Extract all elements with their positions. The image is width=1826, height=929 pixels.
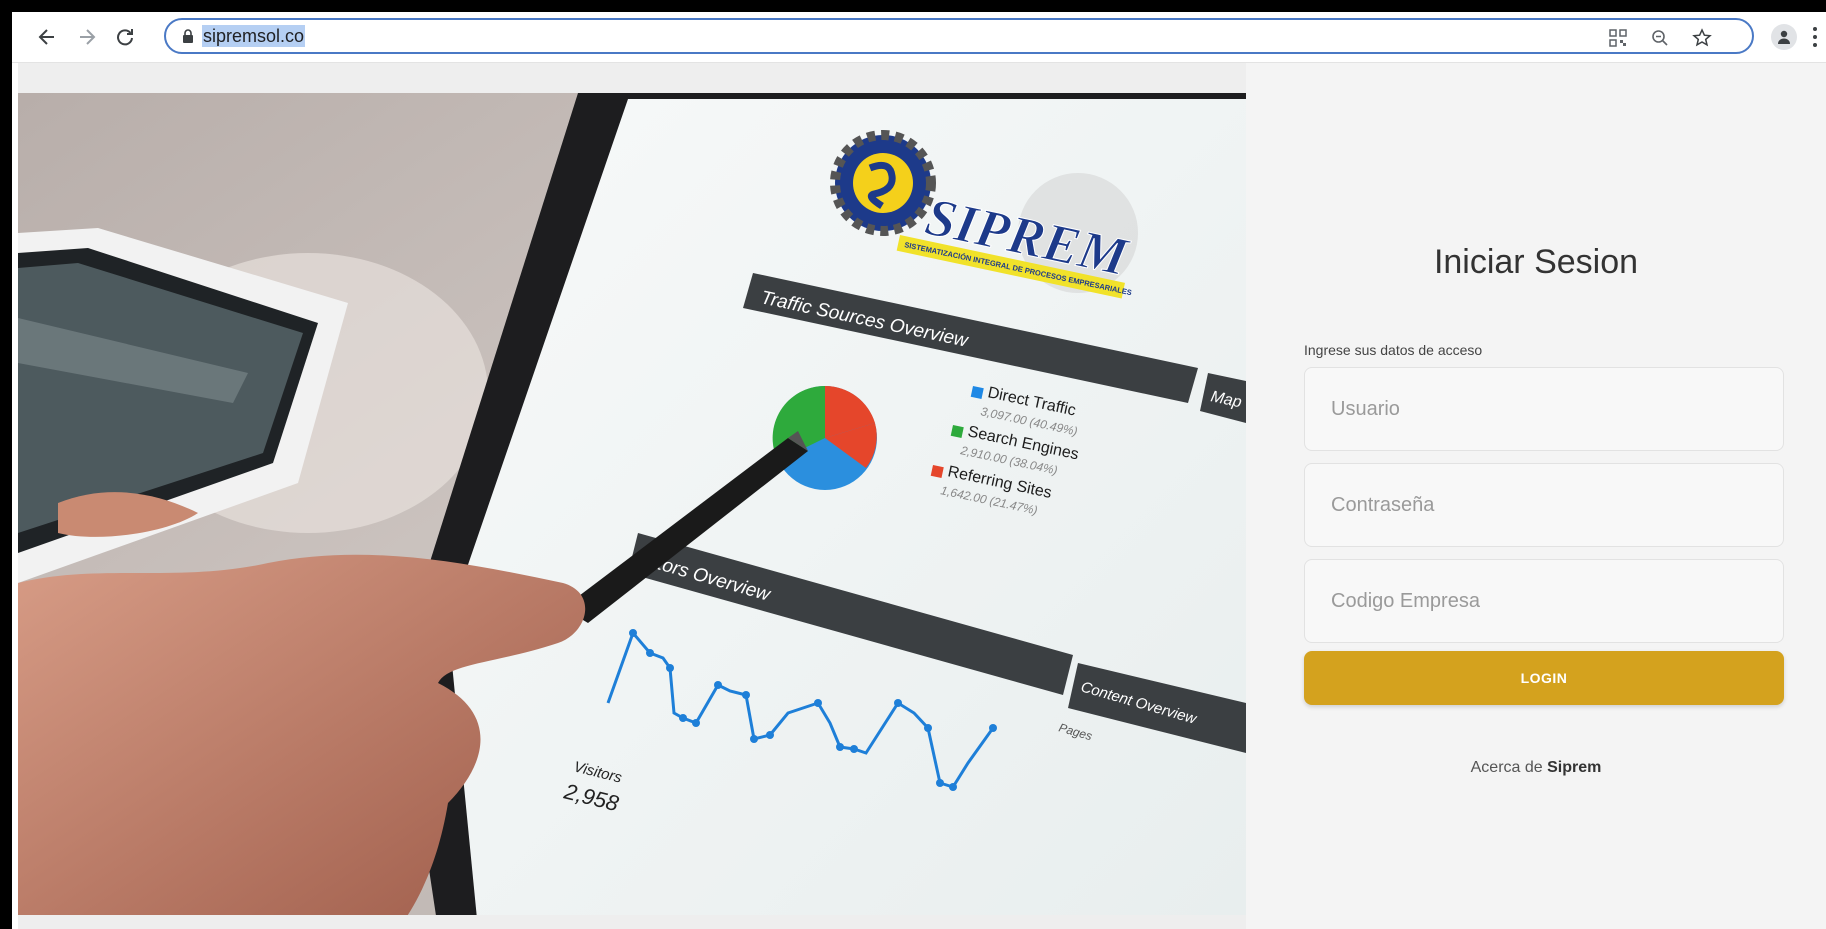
login-panel: Iniciar Sesion Ingrese sus datos de acce… xyxy=(1246,63,1826,929)
password-field[interactable] xyxy=(1304,463,1784,547)
legend-swatch-direct xyxy=(970,385,984,400)
bottom-strip xyxy=(18,915,1246,929)
login-title: Iniciar Sesion xyxy=(1433,243,1639,281)
qr-code-icon[interactable] xyxy=(1606,26,1630,50)
about-link[interactable]: Acerca de Siprem xyxy=(1246,759,1826,777)
legend-swatch-referring xyxy=(930,465,944,479)
password-input[interactable] xyxy=(1305,464,1783,546)
login-button[interactable]: LOGIN xyxy=(1304,651,1784,705)
browser-window: sipremsol.co SIPREM SISTEMATIZACIÓN INTE… xyxy=(12,12,1826,929)
url-text[interactable]: sipremsol.co xyxy=(202,25,306,47)
about-prefix: Acerca de xyxy=(1470,759,1548,776)
back-arrow-icon[interactable] xyxy=(33,23,61,51)
hero-image: SIPREM SISTEMATIZACIÓN INTEGRAL DE PROCE… xyxy=(18,63,1246,929)
profile-icon[interactable] xyxy=(1771,24,1797,50)
login-hint: Ingrese sus datos de acceso xyxy=(1304,342,1483,358)
company-code-field[interactable] xyxy=(1304,559,1784,643)
page-content: SIPREM SISTEMATIZACIÓN INTEGRAL DE PROCE… xyxy=(18,63,1826,929)
reload-icon[interactable] xyxy=(111,23,139,51)
legend-swatch-search xyxy=(950,424,964,439)
lock-icon[interactable] xyxy=(182,29,194,48)
browser-toolbar: sipremsol.co xyxy=(12,12,1826,63)
zoom-icon[interactable] xyxy=(1648,26,1672,50)
menu-dots-icon[interactable] xyxy=(1812,26,1822,48)
username-input[interactable] xyxy=(1305,368,1783,450)
username-field[interactable] xyxy=(1304,367,1784,451)
bookmark-star-icon[interactable] xyxy=(1690,26,1714,50)
address-bar[interactable]: sipremsol.co xyxy=(164,18,1754,54)
about-brand[interactable]: Siprem xyxy=(1547,759,1601,776)
forward-arrow-icon[interactable] xyxy=(73,23,101,51)
company-code-input[interactable] xyxy=(1305,560,1783,642)
